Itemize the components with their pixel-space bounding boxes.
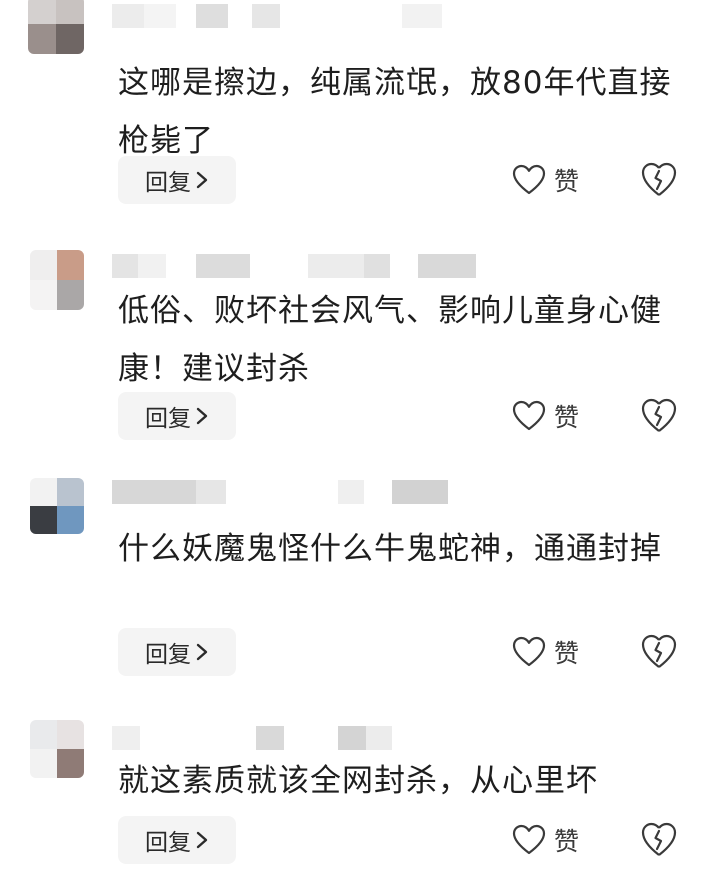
dislike-button[interactable] (640, 822, 678, 862)
comment-text: 这哪是擦边，纯属流氓，放80年代直接枪毙了 (118, 65, 672, 159)
chevron-right-icon (196, 171, 208, 189)
dislike-button[interactable] (640, 398, 678, 438)
reply-button[interactable]: 回复 (118, 816, 236, 864)
comment-text: 低俗、败坏社会风气、影响儿童身心健康！建议封杀 (118, 293, 662, 387)
reply-label: 回复 (145, 406, 191, 432)
reply-label: 回复 (145, 170, 191, 196)
comment-text: 就这素质就该全网封杀，从心里坏 (118, 763, 598, 799)
broken-heart-icon (641, 822, 677, 856)
heart-outline-icon (512, 164, 546, 195)
like-label: 赞 (554, 827, 580, 856)
heart-outline-icon (512, 636, 546, 667)
reply-button[interactable]: 回复 (118, 628, 236, 676)
chevron-right-icon (196, 831, 208, 849)
chevron-right-icon (196, 643, 208, 661)
avatar[interactable] (28, 0, 84, 54)
avatar[interactable] (30, 478, 84, 534)
reply-button[interactable]: 回复 (118, 156, 236, 204)
reply-button[interactable]: 回复 (118, 392, 236, 440)
username-blurred[interactable] (112, 254, 492, 278)
reply-label: 回复 (145, 830, 191, 856)
comment-item: 就这素质就该全网封杀，从心里坏 回复 赞 (0, 712, 720, 870)
chevron-right-icon (196, 407, 208, 425)
avatar[interactable] (30, 720, 84, 778)
like-button[interactable]: 赞 (512, 632, 612, 672)
broken-heart-icon (641, 162, 677, 196)
comment-item: 低俗、败坏社会风气、影响儿童身心健康！建议封杀 回复 赞 (0, 240, 720, 470)
like-label: 赞 (554, 403, 580, 432)
username-blurred[interactable] (112, 726, 492, 750)
broken-heart-icon (641, 634, 677, 668)
like-label: 赞 (554, 639, 580, 668)
broken-heart-icon (641, 398, 677, 432)
username-blurred[interactable] (112, 480, 492, 504)
comment-item: 这哪是擦边，纯属流氓，放80年代直接枪毙了 回复 赞 (0, 0, 720, 230)
comment-item: 什么妖魔鬼怪什么牛鬼蛇神，通通封掉 回复 赞 (0, 470, 720, 700)
like-label: 赞 (554, 167, 580, 196)
heart-outline-icon (512, 824, 546, 855)
like-button[interactable]: 赞 (512, 160, 612, 200)
username-blurred[interactable] (112, 4, 492, 28)
dislike-button[interactable] (640, 634, 678, 674)
dislike-button[interactable] (640, 162, 678, 202)
avatar[interactable] (30, 250, 84, 310)
reply-label: 回复 (145, 642, 191, 668)
heart-outline-icon (512, 400, 546, 431)
comment-text: 什么妖魔鬼怪什么牛鬼蛇神，通通封掉 (118, 531, 662, 567)
like-button[interactable]: 赞 (512, 820, 612, 860)
like-button[interactable]: 赞 (512, 396, 612, 436)
